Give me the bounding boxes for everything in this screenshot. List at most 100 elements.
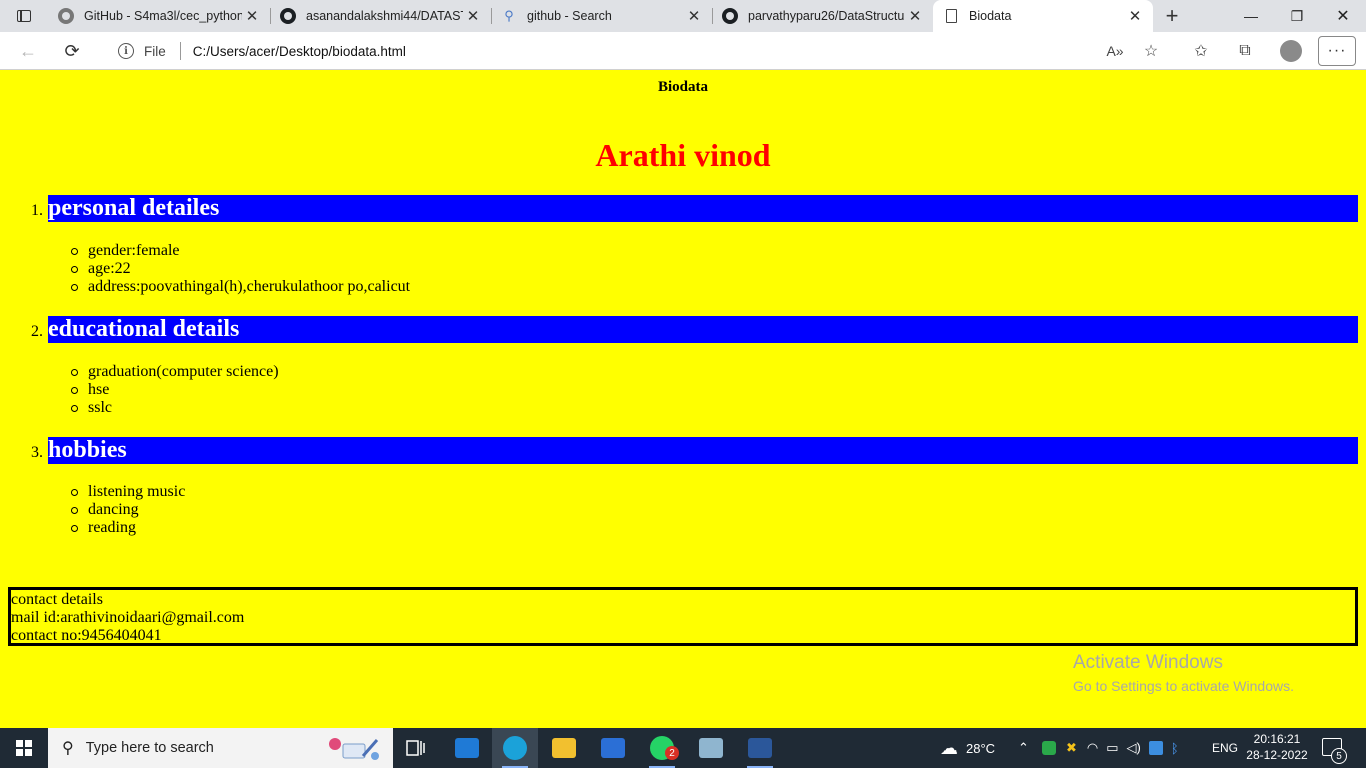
- page-content: Biodata Arathi vinod 1. personal detaile…: [0, 71, 1366, 728]
- store-icon: [601, 738, 625, 758]
- watermark-subtitle: Go to Settings to activate Windows.: [1073, 678, 1294, 694]
- contact-phone: contact no:9456404041: [11, 627, 162, 644]
- tab-actions-icon: [17, 10, 31, 22]
- name-heading: Arathi vinod: [595, 137, 771, 173]
- show-hidden-icons-button[interactable]: ⌃: [1018, 728, 1029, 768]
- battery-icon[interactable]: ▭: [1106, 740, 1118, 756]
- list-item: age:22: [70, 260, 410, 278]
- address-bar[interactable]: i File C:/Users/acer/Desktop/biodata.htm…: [100, 36, 1140, 66]
- list-item: address:poovathingal(h),cherukulathoor p…: [70, 278, 411, 295]
- whatsapp-app-button[interactable]: 2: [639, 728, 685, 768]
- new-tab-button[interactable]: +: [1160, 3, 1184, 28]
- word-app-button[interactable]: [737, 728, 783, 768]
- section-list: gender:female age:22 address:poovathinga…: [70, 242, 411, 296]
- tab-title: github - Search: [527, 9, 612, 23]
- tray-icons: ✖ ◠ ▭ ◁) ᛒ: [1042, 728, 1189, 768]
- tab-title: Biodata: [969, 9, 1012, 23]
- volume-icon[interactable]: ◁): [1127, 740, 1141, 756]
- section-list: listening music dancing reading: [70, 483, 186, 537]
- contact-email: mail id:arathivinoidaari@gmail.com: [11, 609, 245, 626]
- scheme-label: File: [144, 43, 166, 59]
- edge-icon: [503, 736, 527, 760]
- minimize-button[interactable]: —: [1228, 0, 1274, 32]
- section-number: 2.: [31, 323, 43, 340]
- document-icon: [943, 8, 959, 24]
- search-placeholder: Type here to search: [85, 740, 214, 756]
- list-item: graduation(computer science): [71, 363, 279, 380]
- notification-badge: 2: [665, 746, 679, 760]
- browser-tab-strip: GitHub - S4ma3l/cec_python_ ✕ asanandala…: [0, 0, 1366, 32]
- word-icon: [748, 738, 772, 758]
- section-number: 1.: [31, 202, 43, 219]
- tab-close-icon[interactable]: ✕: [463, 6, 483, 26]
- tab-github-search[interactable]: ⚲ github - Search ✕: [491, 0, 713, 32]
- notepad-icon: [699, 738, 723, 758]
- list-item: dancing: [70, 501, 185, 519]
- weather-temperature: 28°C: [966, 740, 996, 756]
- tab-biodata[interactable]: Biodata ✕: [933, 0, 1153, 32]
- info-icon[interactable]: i: [118, 43, 134, 59]
- close-window-button[interactable]: ✕: [1320, 0, 1366, 32]
- browser-toolbar: ← ⟳ i File C:/Users/acer/Desktop/biodata…: [0, 32, 1366, 70]
- weather-widget[interactable]: ☁ 28°C: [940, 728, 995, 768]
- settings-more-button[interactable]: ···: [1318, 36, 1356, 66]
- add-favorite-icon[interactable]: ☆: [1138, 38, 1164, 64]
- document-heading: Biodata: [657, 79, 708, 95]
- task-view-icon: [406, 740, 425, 756]
- search-icon: ⚲: [504, 8, 514, 23]
- start-button[interactable]: [0, 728, 48, 768]
- tab-github-cec-python[interactable]: GitHub - S4ma3l/cec_python_ ✕: [48, 0, 271, 32]
- sparkle-tray-icon[interactable]: ✖: [1066, 740, 1077, 756]
- cloud-icon: ☁: [940, 737, 958, 758]
- list-item: gender:female: [70, 242, 410, 260]
- restore-button[interactable]: ❐: [1274, 0, 1320, 32]
- bluetooth-icon[interactable]: ᛒ: [1171, 741, 1179, 756]
- back-button[interactable]: ←: [13, 36, 43, 66]
- language-indicator[interactable]: ENG: [1212, 728, 1238, 768]
- tab-close-icon[interactable]: ✕: [905, 6, 925, 26]
- contact-details-box: contact details mail id:arathivinoidaari…: [8, 587, 1358, 646]
- wifi-icon[interactable]: ◠: [1087, 740, 1098, 756]
- mail-app-button[interactable]: [444, 728, 490, 768]
- edge-app-button[interactable]: [492, 728, 538, 768]
- clock-time: 20:16:21: [1253, 732, 1301, 746]
- url-text[interactable]: C:/Users/acer/Desktop/biodata.html: [193, 44, 406, 59]
- file-explorer-button[interactable]: [541, 728, 587, 768]
- section-heading: educational details: [48, 316, 1358, 343]
- taskbar-clock[interactable]: 20:16:21 28-12-2022: [1242, 731, 1312, 763]
- profile-avatar[interactable]: [1280, 40, 1302, 62]
- tab-actions-button[interactable]: [0, 0, 48, 32]
- favorites-icon[interactable]: ✩: [1188, 38, 1214, 64]
- windows-taskbar: ⚲ Type here to search 2 ☁ 28°C ⌃ ✖ ◠ ▭ ◁…: [0, 728, 1366, 768]
- mail-icon: [455, 738, 479, 758]
- app-tray-icon[interactable]: [1042, 741, 1056, 755]
- onedrive-icon[interactable]: [1148, 741, 1163, 755]
- store-app-button[interactable]: [590, 728, 636, 768]
- tab-title: parvathyparu26/DataStructur: [748, 9, 905, 23]
- github-icon: [722, 8, 738, 24]
- read-aloud-icon[interactable]: A»: [1102, 38, 1128, 64]
- language-label: ENG: [1212, 741, 1239, 755]
- tab-title: asanandalakshmi44/DATASTR: [306, 9, 463, 23]
- tab-close-icon[interactable]: ✕: [242, 6, 262, 26]
- section-heading: hobbies: [48, 437, 1358, 464]
- list-item: listening music: [70, 483, 186, 500]
- search-highlight-icon: [329, 738, 379, 760]
- contact-title: contact details: [11, 591, 103, 608]
- notepad-app-button[interactable]: [688, 728, 734, 768]
- tab-datastr[interactable]: asanandalakshmi44/DATASTR ✕: [270, 0, 492, 32]
- taskbar-search-box[interactable]: ⚲ Type here to search: [48, 728, 393, 768]
- section-heading: personal detailes: [48, 195, 1358, 222]
- tab-close-icon[interactable]: ✕: [1125, 6, 1145, 26]
- tab-close-icon[interactable]: ✕: [684, 6, 704, 26]
- watermark-title: Activate Windows: [1073, 652, 1223, 673]
- list-item: hse: [71, 381, 279, 399]
- clock-date: 28-12-2022: [1246, 748, 1308, 762]
- task-view-button[interactable]: [393, 728, 439, 768]
- refresh-button[interactable]: ⟳: [57, 36, 87, 66]
- tab-datastructures[interactable]: parvathyparu26/DataStructur ✕: [712, 0, 933, 32]
- windows-logo-icon: [16, 740, 32, 756]
- collections-icon[interactable]: ⧉: [1232, 38, 1258, 64]
- chevron-up-icon: ⌃: [1018, 740, 1029, 755]
- list-item: reading: [70, 519, 185, 537]
